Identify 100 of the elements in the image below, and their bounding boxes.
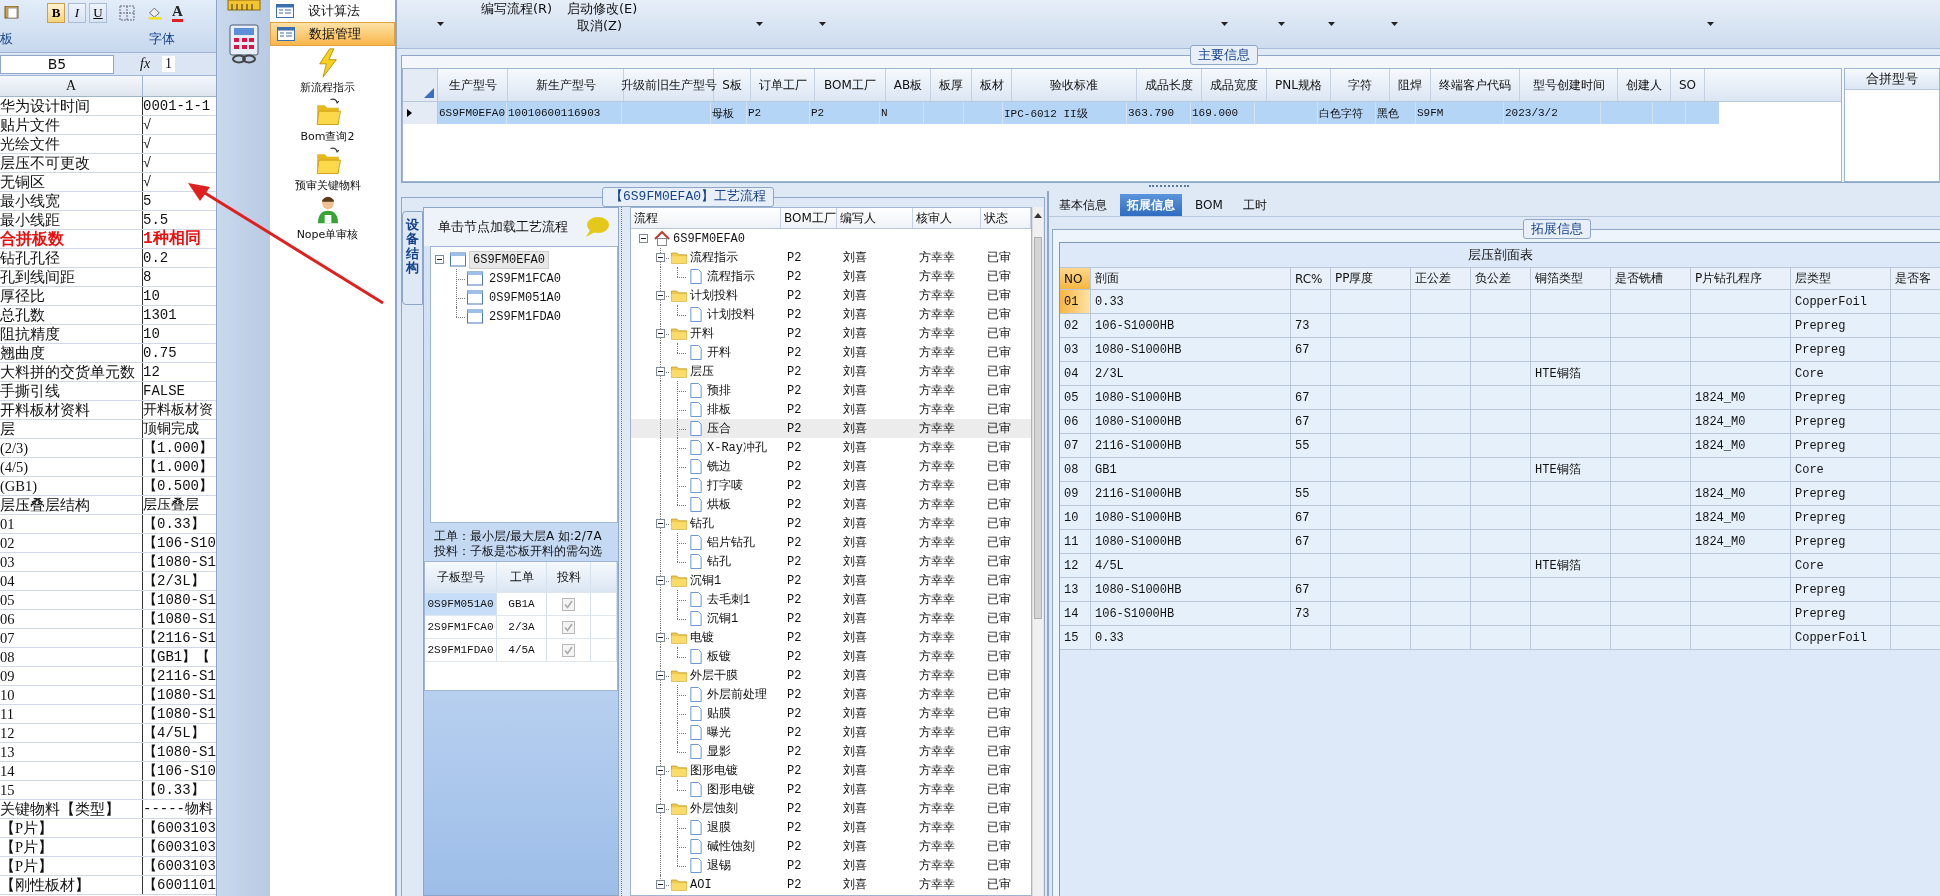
row-number[interactable]: 07 bbox=[1060, 434, 1091, 457]
column-header[interactable]: 合拼型号 bbox=[1845, 69, 1939, 90]
node-label[interactable]: 0S9FM051A0 bbox=[486, 289, 564, 306]
column-header[interactable]: 成品长度 bbox=[1137, 69, 1202, 101]
row-number[interactable]: 01 bbox=[1060, 290, 1091, 313]
toolbar-action[interactable]: 取消(Z) bbox=[577, 17, 623, 35]
tree-row[interactable]: 曝光 P2 刘喜 方幸幸 已审 bbox=[631, 723, 1031, 742]
dropdown-caret-icon[interactable] bbox=[1221, 22, 1228, 26]
column-header[interactable]: 阻焊 bbox=[1390, 69, 1431, 101]
tree-row[interactable]: 钻孔 P2 刘喜 方幸幸 已审 bbox=[631, 514, 1031, 533]
ruler-icon[interactable] bbox=[226, 0, 261, 12]
tree-row[interactable]: 图形电镀 P2 刘喜 方幸幸 已审 bbox=[631, 761, 1031, 780]
tree-row[interactable]: 沉铜1 P2 刘喜 方幸幸 已审 bbox=[631, 571, 1031, 590]
tree-row[interactable]: 打字唛 P2 刘喜 方幸幸 已审 bbox=[631, 476, 1031, 495]
dropdown-caret-icon[interactable] bbox=[437, 22, 444, 26]
dropdown-caret-icon[interactable] bbox=[1278, 22, 1285, 26]
tree-row[interactable]: 碱性蚀刻 P2 刘喜 方幸幸 已审 bbox=[631, 837, 1031, 856]
column-header[interactable]: 编写人 bbox=[837, 208, 913, 228]
node-label[interactable]: 6S9FM0EFA0 bbox=[469, 250, 549, 269]
row-number[interactable]: 09 bbox=[1060, 482, 1091, 505]
row-number[interactable]: 10 bbox=[1060, 506, 1091, 529]
column-header[interactable]: 铜箔类型 bbox=[1531, 268, 1611, 289]
format-button[interactable]: B bbox=[47, 3, 65, 23]
tree-row[interactable]: 板镀 P2 刘喜 方幸幸 已审 bbox=[631, 647, 1031, 666]
scroll-up-icon[interactable] bbox=[1034, 213, 1042, 218]
borders-icon[interactable] bbox=[118, 5, 136, 21]
column-header[interactable]: BOM工厂 bbox=[781, 208, 837, 228]
column-header[interactable]: PP厚度 bbox=[1331, 268, 1411, 289]
column-header[interactable]: 成品宽度 bbox=[1202, 69, 1267, 101]
dropdown-caret-icon[interactable] bbox=[819, 22, 826, 26]
tree-row[interactable]: 贴膜 P2 刘喜 方幸幸 已审 bbox=[631, 704, 1031, 723]
collapse-icon[interactable] bbox=[656, 633, 665, 642]
tree-row[interactable]: 去毛刺1 P2 刘喜 方幸幸 已审 bbox=[631, 590, 1031, 609]
tree-row[interactable]: 开料 P2 刘喜 方幸幸 已审 bbox=[631, 324, 1031, 343]
tree-row[interactable]: X-Ray冲孔 P2 刘喜 方幸幸 已审 bbox=[631, 438, 1031, 457]
nav-tile[interactable]: 新流程指示 bbox=[270, 48, 395, 95]
tree-row[interactable]: 外层蚀刻 P2 刘喜 方幸幸 已审 bbox=[631, 799, 1031, 818]
column-header[interactable]: P片钻孔程序 bbox=[1691, 268, 1791, 289]
column-header[interactable]: 剖面 bbox=[1091, 268, 1291, 289]
side-tab[interactable]: 设备结构 bbox=[402, 211, 423, 305]
column-header[interactable]: 流程 bbox=[631, 208, 781, 228]
column-header[interactable]: 层类型 bbox=[1791, 268, 1891, 289]
row-number[interactable]: 02 bbox=[1060, 314, 1091, 337]
column-header[interactable]: PNL规格 bbox=[1267, 69, 1331, 101]
toolbar-action[interactable]: 编写流程(R) bbox=[481, 0, 553, 18]
row-number[interactable]: 13 bbox=[1060, 578, 1091, 601]
tab[interactable]: BOM bbox=[1188, 194, 1230, 216]
row-number[interactable]: 15 bbox=[1060, 626, 1091, 649]
dropdown-caret-icon[interactable] bbox=[1707, 22, 1714, 26]
column-header[interactable]: 板厚 bbox=[931, 69, 972, 101]
tree-row[interactable]: 沉铜1 P2 刘喜 方幸幸 已审 bbox=[631, 609, 1031, 628]
formula-field[interactable]: 1 bbox=[162, 56, 176, 72]
column-header[interactable]: 工单 bbox=[497, 562, 547, 592]
collapse-icon[interactable] bbox=[656, 367, 665, 376]
column-header[interactable]: 正公差 bbox=[1411, 268, 1471, 289]
collapse-icon[interactable] bbox=[656, 329, 665, 338]
tab[interactable]: 基本信息 bbox=[1052, 194, 1114, 216]
checkbox[interactable] bbox=[562, 643, 575, 657]
tree-row[interactable]: 流程指示 P2 刘喜 方幸幸 已审 bbox=[631, 248, 1031, 267]
fill-color-icon[interactable] bbox=[147, 5, 165, 21]
row-number[interactable]: 04 bbox=[1060, 362, 1091, 385]
dropdown-caret-icon[interactable] bbox=[756, 22, 763, 26]
column-header[interactable]: 核审人 bbox=[913, 208, 981, 228]
column-header[interactable]: 是否铣槽 bbox=[1611, 268, 1691, 289]
checkbox[interactable] bbox=[562, 620, 575, 634]
calculator-icon[interactable] bbox=[226, 24, 261, 64]
tree-row[interactable]: 退锡 P2 刘喜 方幸幸 已审 bbox=[631, 856, 1031, 875]
nav-tile[interactable]: Nope单审核 bbox=[270, 195, 395, 242]
row-number[interactable]: 03 bbox=[1060, 338, 1091, 361]
column-header[interactable]: 字符 bbox=[1331, 69, 1390, 101]
toolbar-action[interactable]: 启动修改(E) bbox=[567, 0, 638, 18]
tree-row[interactable]: AOI P2 刘喜 方幸幸 已审 bbox=[631, 875, 1031, 894]
tree-row[interactable]: 6S9FM0EFA0 bbox=[631, 229, 1031, 248]
column-header[interactable]: 子板型号 bbox=[425, 562, 497, 592]
collapse-icon[interactable] bbox=[639, 234, 648, 243]
nav-item[interactable]: 数据管理 bbox=[270, 22, 395, 46]
tree-row[interactable]: 压合 P2 刘喜 方幸幸 已审 bbox=[631, 419, 1031, 438]
table-cell[interactable]: 2S9FM1FCA0 bbox=[425, 616, 497, 638]
collapse-icon[interactable] bbox=[656, 291, 665, 300]
tree-row[interactable]: 退膜 P2 刘喜 方幸幸 已审 bbox=[631, 818, 1031, 837]
tree-row[interactable]: 烘板 P2 刘喜 方幸幸 已审 bbox=[631, 495, 1031, 514]
tree-row[interactable]: 计划投料 P2 刘喜 方幸幸 已审 bbox=[631, 305, 1031, 324]
row-number[interactable]: 05 bbox=[1060, 386, 1091, 409]
tree-row[interactable]: 开料 P2 刘喜 方幸幸 已审 bbox=[631, 343, 1031, 362]
nav-tile[interactable]: 预审关键物料 bbox=[270, 146, 395, 193]
column-header[interactable]: 创建人 bbox=[1618, 69, 1671, 101]
table-cell[interactable]: 2S9FM1FDA0 bbox=[425, 639, 497, 661]
nav-item[interactable]: 设计算法 bbox=[270, 0, 395, 22]
column-header[interactable]: RC% bbox=[1291, 268, 1331, 289]
tree-row[interactable]: 外层前处理 P2 刘喜 方幸幸 已审 bbox=[631, 685, 1031, 704]
column-header[interactable]: SO bbox=[1671, 69, 1705, 101]
node-label[interactable]: 2S9FM1FDA0 bbox=[486, 308, 564, 325]
tree-row[interactable]: 电镀 P2 刘喜 方幸幸 已审 bbox=[631, 628, 1031, 647]
column-header[interactable]: NO bbox=[1060, 268, 1091, 289]
table-cell[interactable]: 0S9FM051A0 bbox=[425, 593, 497, 615]
nav-tile[interactable]: Bom查询2 bbox=[270, 97, 395, 144]
dropdown-caret-icon[interactable] bbox=[1328, 22, 1335, 26]
tree-row[interactable]: 图形电镀 P2 刘喜 方幸幸 已审 bbox=[631, 780, 1031, 799]
tree-row[interactable]: 预排 P2 刘喜 方幸幸 已审 bbox=[631, 381, 1031, 400]
column-header[interactable]: 状态 bbox=[981, 208, 1031, 228]
